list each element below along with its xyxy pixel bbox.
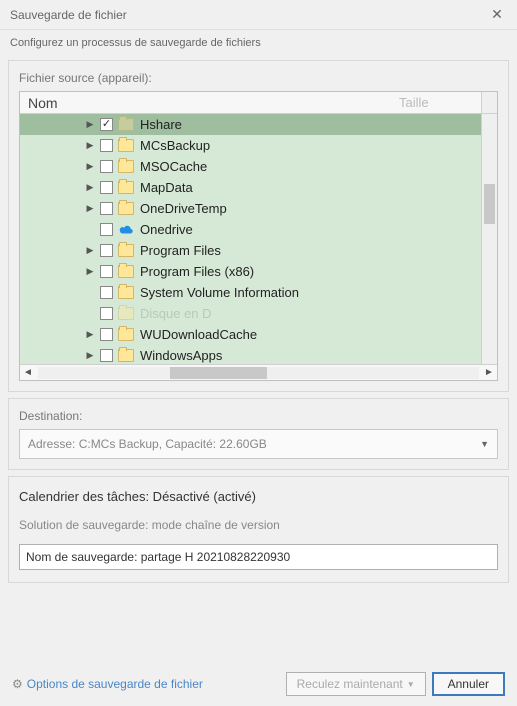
destination-select[interactable]: Adresse: C:MCs Backup, Capacité: 22.60GB… [19, 429, 498, 459]
tree-rows: ▶ Hshare ▶ MCsBackup ▶ MSOCache ▶ MapData ▶ OneDr… [20, 114, 481, 364]
expander-icon[interactable]: ▶ [84, 350, 96, 362]
checkbox[interactable] [100, 160, 113, 173]
tree-row[interactable]: ▶ MSOCache [20, 156, 481, 177]
checkbox[interactable] [100, 265, 113, 278]
expander-icon[interactable]: ▶ [84, 203, 96, 215]
destination-value: Adresse: C:MCs Backup, Capacité: 22.60GB [28, 437, 267, 451]
tree-row[interactable]: ▶ Hshare [20, 114, 481, 135]
folder-icon [118, 265, 134, 278]
expander-icon[interactable]: ▶ [84, 182, 96, 194]
folder-icon [118, 244, 134, 257]
expander-icon[interactable]: ▶ [84, 140, 96, 152]
tree-row[interactable]: ▶ OneDriveTemp [20, 198, 481, 219]
scroll-thumb[interactable] [484, 184, 495, 224]
tree-row-label: System Volume Information [140, 285, 299, 300]
backup-now-button[interactable]: Reculez maintenant ▼ [286, 672, 426, 696]
tree-row-label: WindowsApps [140, 348, 222, 363]
chevron-down-icon: ▼ [480, 439, 489, 449]
tree-row[interactable]: ▶ MCsBackup [20, 135, 481, 156]
hscroll-thumb[interactable] [170, 367, 267, 379]
checkbox[interactable] [100, 181, 113, 194]
checkbox[interactable] [100, 139, 113, 152]
checkbox[interactable] [100, 118, 113, 131]
cancel-button[interactable]: Annuler [432, 672, 505, 696]
horizontal-scrollbar[interactable]: ◄ ► [20, 364, 497, 380]
tree-row-label: MCsBackup [140, 138, 210, 153]
options-link[interactable]: ⚙ Options de sauvegarde de fichier [12, 677, 203, 691]
source-section: Fichier source (appareil): Nom Taille ▶ H… [8, 60, 509, 392]
footer: ⚙ Options de sauvegarde de fichier Recul… [0, 662, 517, 706]
tree-row-label: WUDownloadCache [140, 327, 257, 342]
tree-row[interactable]: System Volume Information [20, 282, 481, 303]
tree-row[interactable]: Disque en D [20, 303, 481, 324]
expander-icon [84, 308, 96, 320]
folder-icon [118, 181, 134, 194]
hscroll-track[interactable] [38, 367, 479, 379]
cloud-icon [118, 223, 134, 236]
checkbox[interactable] [100, 223, 113, 236]
expander-icon[interactable]: ▶ [84, 266, 96, 278]
scroll-left-icon[interactable]: ◄ [20, 367, 36, 378]
tree-row-label: MSOCache [140, 159, 207, 174]
vertical-scrollbar[interactable] [481, 114, 497, 364]
folder-icon [118, 328, 134, 341]
folder-icon [118, 349, 134, 362]
expander-icon [84, 287, 96, 299]
tree-row[interactable]: ▶ Program Files [20, 240, 481, 261]
tree-row[interactable]: Onedrive [20, 219, 481, 240]
backup-name-input[interactable] [19, 544, 498, 570]
tree-row[interactable]: ▶ MapData [20, 177, 481, 198]
window-title: Sauvegarde de fichier [10, 8, 487, 22]
tree-row-label: Program Files (x86) [140, 264, 254, 279]
solution-label: Solution de sauvegarde: mode chaîne de v… [19, 518, 498, 532]
tree-row-label: Onedrive [140, 222, 193, 237]
tree-header: Nom Taille [20, 92, 497, 114]
folder-icon [118, 202, 134, 215]
source-label: Fichier source (appareil): [19, 71, 498, 85]
expander-icon[interactable]: ▶ [84, 245, 96, 257]
checkbox[interactable] [100, 349, 113, 362]
chevron-down-icon: ▼ [407, 680, 415, 689]
folder-icon [118, 307, 134, 320]
titlebar: Sauvegarde de fichier ✕ [0, 0, 517, 30]
col-name[interactable]: Nom [20, 95, 391, 111]
tree-row-label: Disque en D [140, 306, 212, 321]
tree-body: ▶ Hshare ▶ MCsBackup ▶ MSOCache ▶ MapData ▶ OneDr… [20, 114, 497, 364]
scroll-head [481, 92, 497, 113]
tree-row[interactable]: ▶ WUDownloadCache [20, 324, 481, 345]
close-icon[interactable]: ✕ [487, 5, 507, 25]
destination-section: Destination: Adresse: C:MCs Backup, Capa… [8, 398, 509, 470]
schedule-section: Calendrier des tâches: Désactivé (activé… [8, 476, 509, 583]
cancel-label: Annuler [448, 677, 489, 691]
checkbox[interactable] [100, 328, 113, 341]
folder-icon [118, 118, 134, 131]
tree-row[interactable]: ▶ Program Files (x86) [20, 261, 481, 282]
expander-icon [84, 224, 96, 236]
tree-row-label: OneDriveTemp [140, 201, 227, 216]
options-label: Options de sauvegarde de fichier [27, 677, 203, 691]
checkbox[interactable] [100, 286, 113, 299]
expander-icon[interactable]: ▶ [84, 119, 96, 131]
tree-row-label: Program Files [140, 243, 221, 258]
checkbox[interactable] [100, 307, 113, 320]
backup-now-label: Reculez maintenant [297, 677, 403, 691]
folder-icon [118, 139, 134, 152]
expander-icon[interactable]: ▶ [84, 161, 96, 173]
destination-label: Destination: [19, 409, 498, 423]
scroll-right-icon[interactable]: ► [481, 367, 497, 378]
checkbox[interactable] [100, 202, 113, 215]
source-tree: Nom Taille ▶ Hshare ▶ MCsBackup ▶ MSOCache ▶ Ma… [19, 91, 498, 381]
col-size[interactable]: Taille [391, 95, 481, 110]
folder-icon [118, 286, 134, 299]
tree-row-label: MapData [140, 180, 193, 195]
expander-icon[interactable]: ▶ [84, 329, 96, 341]
window-subtitle: Configurez un processus de sauvegarde de… [0, 30, 517, 54]
folder-icon [118, 160, 134, 173]
schedule-label: Calendrier des tâches: Désactivé (activé… [19, 489, 498, 504]
tree-row[interactable]: ▶ WindowsApps [20, 345, 481, 364]
tree-row-label: Hshare [140, 117, 182, 132]
checkbox[interactable] [100, 244, 113, 257]
gear-icon: ⚙ [12, 677, 23, 691]
